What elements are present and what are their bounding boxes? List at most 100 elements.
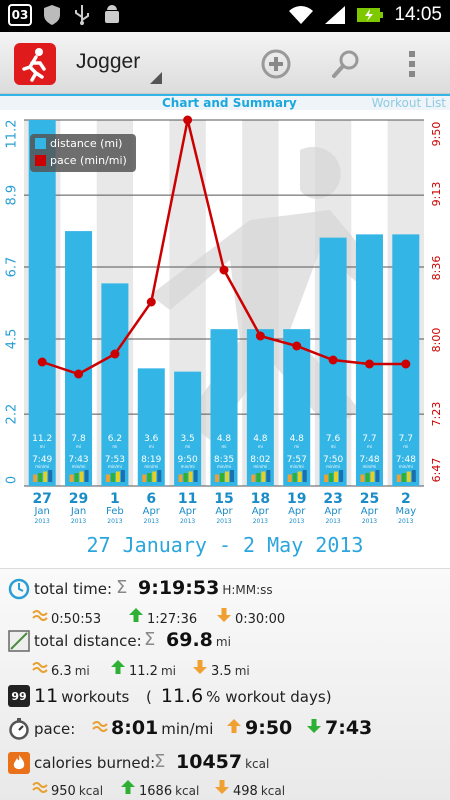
bar-indicator <box>142 474 147 482</box>
bar-indicator <box>360 474 365 482</box>
spinner-caret-icon[interactable] <box>150 72 162 84</box>
workout-count-icon: 99 <box>8 685 30 707</box>
calories-value: 10457 <box>176 751 243 773</box>
stopwatch-icon <box>8 718 30 740</box>
runner-logo-icon <box>22 48 46 82</box>
total-distance-label: total distance: <box>34 632 142 650</box>
status-bar: 03 14:05 <box>0 0 450 32</box>
tab-workout-list[interactable]: Workout List <box>372 96 446 110</box>
sum-icon: Σ <box>116 577 128 598</box>
left-axis-tick: 4.5 <box>5 329 20 350</box>
action-bar: Jogger <box>0 32 450 94</box>
date-range: 27 January - 2 May 2013 <box>86 533 364 557</box>
bar-indicator <box>115 471 120 482</box>
left-axis-tick: 11.2 <box>5 120 20 149</box>
tab-strip: Chart and Summary Workout List <box>0 94 450 110</box>
android-debug-icon <box>105 5 119 23</box>
x-tick-year: 2013 <box>289 518 304 525</box>
bar-indicator <box>74 473 79 482</box>
bar-indicator <box>266 470 271 482</box>
x-tick-month: Apr <box>179 506 197 517</box>
bar-indicator <box>256 473 261 482</box>
x-tick-month: Apr <box>361 506 379 517</box>
bar-pace-unit: min/mi <box>363 464 377 469</box>
min-arrow-icon <box>217 608 231 622</box>
bar-indicator <box>110 473 115 482</box>
legend-swatch-pace <box>35 155 46 166</box>
total-time-max: 1:27:36 <box>147 612 198 627</box>
total-time-unit: H:MM:ss <box>222 583 273 597</box>
bar-indicator <box>215 474 219 482</box>
bar-pace-unit: min/mi <box>72 464 86 469</box>
bar-distance-label: 4.8 <box>217 434 232 444</box>
bar-indicator <box>292 473 297 482</box>
pace-unit: min/mi <box>161 720 214 738</box>
bar-indicator <box>329 473 334 482</box>
bar-indicator <box>401 473 406 482</box>
workout-days-percent: 11.6 <box>160 685 204 707</box>
x-tick-day: 18 <box>251 491 270 507</box>
workout-days-label: % workout days) <box>206 688 332 706</box>
bar-indicator <box>225 471 229 482</box>
total-distance-avg: 6.3 <box>51 664 72 679</box>
bar-indicator <box>84 470 89 482</box>
legend-label-pace: pace (min/mi) <box>50 154 127 167</box>
pace-min: 7:43 <box>325 717 373 739</box>
tab-chart-and-summary[interactable]: Chart and Summary <box>162 96 297 110</box>
left-axis-tick: 0 <box>5 476 20 484</box>
bar-indicator <box>48 470 53 482</box>
bar-indicator <box>406 471 411 482</box>
app-logo[interactable] <box>14 43 56 85</box>
bar-distance-unit: mi <box>185 444 190 449</box>
bar-distance-unit: mi <box>40 444 45 449</box>
bar-indicator <box>411 470 416 482</box>
bar-indicator <box>297 471 302 482</box>
x-tick-year: 2013 <box>107 518 122 525</box>
pace-point <box>110 349 120 359</box>
clock-icon <box>8 578 30 600</box>
bar-distance-unit: mi <box>221 444 226 449</box>
bar-indicator <box>188 471 193 482</box>
bar-distance-label: 7.7 <box>399 434 413 444</box>
bar-indicator <box>193 470 198 482</box>
bar-distance-label: 7.6 <box>326 434 341 444</box>
bar-pace-unit: min/mi <box>326 464 340 469</box>
bar-indicator <box>261 471 266 482</box>
total-distance-max: 11.2 <box>129 664 158 679</box>
bar-indicator <box>302 470 307 482</box>
add-workout-button[interactable] <box>256 44 296 84</box>
average-icon <box>92 721 108 732</box>
search-button[interactable] <box>326 44 366 84</box>
bar-distance-label: 6.2 <box>108 434 122 444</box>
overflow-menu-icon <box>409 51 415 77</box>
x-tick-year: 2013 <box>180 518 195 525</box>
pace-point <box>37 357 47 367</box>
app-title[interactable]: Jogger <box>76 50 140 74</box>
pace-point <box>292 341 302 351</box>
pace-point <box>401 359 411 369</box>
bar-indicator <box>220 473 224 482</box>
x-tick-month: May <box>395 506 416 517</box>
x-tick-month: Apr <box>288 506 306 517</box>
left-axis-tick: 6.7 <box>5 257 20 278</box>
bar-distance-label: 11.2 <box>32 434 52 444</box>
bar-pace-unit: min/mi <box>217 464 231 469</box>
workout-chart[interactable]: 11.2 mi 7:49 min/mi 7.8 mi 7:43 min/mi 6.2 mi 7:53… <box>0 110 450 528</box>
pace-point <box>219 265 229 275</box>
overflow-menu-button[interactable] <box>392 44 432 84</box>
total-distance-min: 3.5 <box>211 664 232 679</box>
bar-indicator <box>370 471 375 482</box>
x-tick-year: 2013 <box>71 518 86 525</box>
bar-distance-label: 4.8 <box>290 434 305 444</box>
bar-distance-unit: mi <box>294 444 299 449</box>
workout-count-label: workouts <box>61 688 130 706</box>
x-tick-day: 27 <box>32 491 51 507</box>
bar-indicator <box>69 474 74 482</box>
x-tick-month: Apr <box>252 506 270 517</box>
right-axis-tick: 8:00 <box>430 328 443 353</box>
bar-pace-unit: min/mi <box>290 464 304 469</box>
bar-indicator <box>251 474 256 482</box>
x-tick-day: 19 <box>287 491 306 507</box>
x-tick-year: 2013 <box>362 518 377 525</box>
min-arrow-icon <box>193 660 207 674</box>
